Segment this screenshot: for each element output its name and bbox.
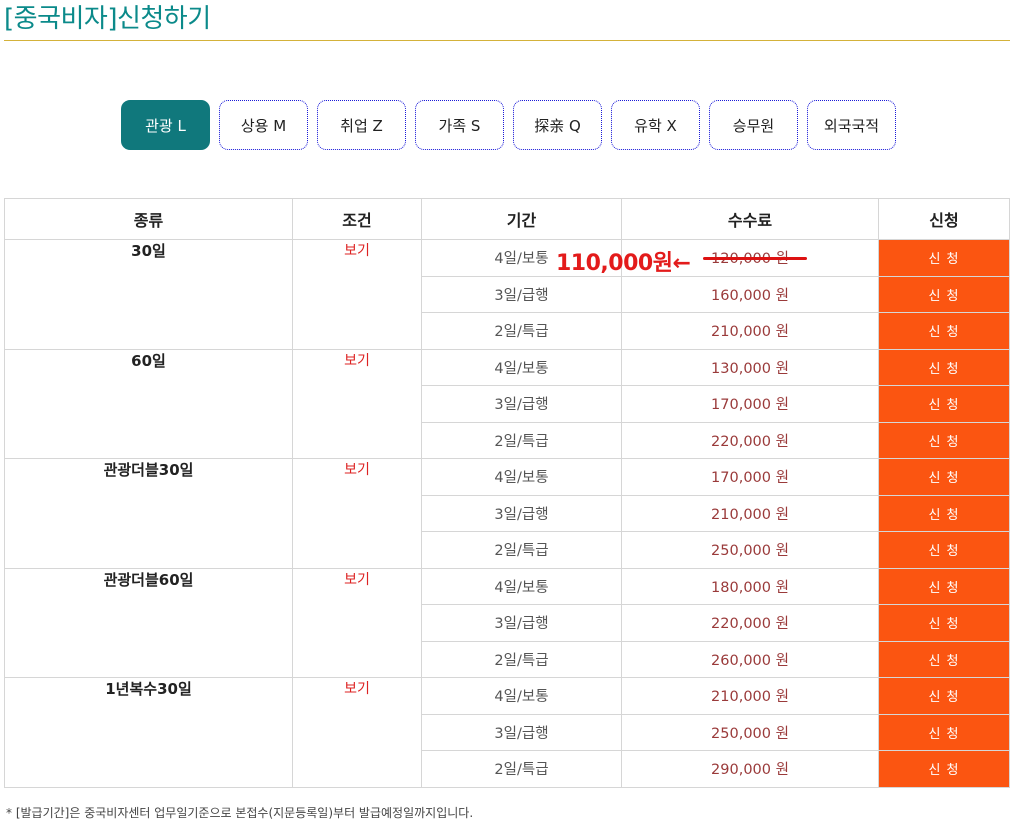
header-condition: 조건 [292, 198, 422, 240]
apply-button[interactable]: 신 청 [878, 494, 1010, 532]
view-condition-link[interactable]: 보기 [292, 458, 422, 569]
visa-kind-cell: 관광더블30일 [4, 458, 293, 569]
visa-kind-cell: 1년복수30일 [4, 677, 293, 788]
tab-study-x[interactable]: 유학 X [611, 100, 700, 150]
apply-button[interactable]: 신 청 [878, 348, 1010, 386]
apply-button[interactable]: 신 청 [878, 713, 1010, 751]
table-row: 관광더블60일 보기 4일/보통 180,000 원 신 청 [4, 567, 1010, 678]
tab-family-s[interactable]: 가족 S [415, 100, 504, 150]
issuance-footnote: * [발급기간]은 중국비자센터 업무일기준으로 본접수(지문등록일)부터 발급… [6, 806, 474, 820]
period-cell: 3일/급행 [421, 275, 622, 313]
fee-cell: 220,000 원 [621, 604, 879, 642]
page-title: [중국비자]신청하기 [4, 4, 211, 34]
period-cell: 2일/특급 [421, 640, 622, 678]
apply-button[interactable]: 신 청 [878, 640, 1010, 678]
table-row: 1년복수30일 보기 4일/보통 210,000 원 신 청 [4, 677, 1010, 788]
tab-work-z[interactable]: 취업 Z [317, 100, 406, 150]
header-period: 기간 [421, 198, 622, 240]
visa-kind-cell: 30일 [4, 239, 293, 350]
period-cell: 2일/특급 [421, 750, 622, 788]
tab-crew[interactable]: 승무원 [709, 100, 798, 150]
header-fee: 수수료 [621, 198, 879, 240]
period-cell: 4일/보통 [421, 677, 622, 715]
visa-kind-cell: 관광더블60일 [4, 567, 293, 678]
sale-price-annotation: 110,000원← [556, 251, 691, 276]
fee-cell: 250,000 원 [621, 531, 879, 569]
period-cell: 2일/특급 [421, 421, 622, 459]
apply-button[interactable]: 신 청 [878, 385, 1010, 423]
apply-button[interactable]: 신 청 [878, 567, 1010, 605]
view-condition-link[interactable]: 보기 [292, 239, 422, 350]
apply-button[interactable]: 신 청 [878, 421, 1010, 459]
apply-button[interactable]: 신 청 [878, 312, 1010, 350]
apply-button[interactable]: 신 청 [878, 275, 1010, 313]
visa-fee-table: 종류 조건 기간 수수료 신청 30일 보기 4일/보통 120,000 원 신… [4, 198, 1010, 788]
fee-cell: 160,000 원 [621, 275, 879, 313]
view-condition-link[interactable]: 보기 [292, 567, 422, 678]
tab-foreign-nationality[interactable]: 외국국적 [807, 100, 896, 150]
apply-button[interactable]: 신 청 [878, 750, 1010, 788]
apply-button[interactable]: 신 청 [878, 677, 1010, 715]
table-row: 30일 보기 4일/보통 120,000 원 신 청 [4, 239, 1010, 350]
period-cell: 4일/보통 [421, 567, 622, 605]
header-apply: 신청 [878, 198, 1010, 240]
fee-cell: 260,000 원 [621, 640, 879, 678]
strikethrough-mark [703, 256, 807, 260]
period-cell: 2일/특급 [421, 531, 622, 569]
period-cell: 3일/급행 [421, 385, 622, 423]
tab-visit-q[interactable]: 探亲 Q [513, 100, 602, 150]
fee-cell: 170,000 원 [621, 385, 879, 423]
period-cell: 3일/급행 [421, 494, 622, 532]
fee-cell: 250,000 원 [621, 713, 879, 751]
fee-cell: 170,000 원 [621, 458, 879, 496]
period-cell: 4일/보통 [421, 348, 622, 386]
table-row: 관광더블30일 보기 4일/보통 170,000 원 신 청 [4, 458, 1010, 569]
view-condition-link[interactable]: 보기 [292, 348, 422, 459]
header-kind: 종류 [4, 198, 293, 240]
fee-cell: 130,000 원 [621, 348, 879, 386]
title-divider [4, 40, 1010, 41]
fee-cell: 210,000 원 [621, 494, 879, 532]
apply-button[interactable]: 신 청 [878, 458, 1010, 496]
period-cell: 2일/특급 [421, 312, 622, 350]
table-row: 60일 보기 4일/보통 130,000 원 신 청 [4, 348, 1010, 459]
apply-button[interactable]: 신 청 [878, 604, 1010, 642]
period-cell: 4일/보통 [421, 458, 622, 496]
tab-business-m[interactable]: 상용 M [219, 100, 308, 150]
visa-kind-cell: 60일 [4, 348, 293, 459]
fee-cell: 290,000 원 [621, 750, 879, 788]
fee-cell: 180,000 원 [621, 567, 879, 605]
period-cell: 3일/급행 [421, 713, 622, 751]
original-fee: 120,000 원 [703, 247, 807, 268]
fee-cell: 210,000 원 [621, 677, 879, 715]
fee-cell: 210,000 원 [621, 312, 879, 350]
table-header-row: 종류 조건 기간 수수료 신청 [4, 198, 1010, 240]
apply-button[interactable]: 신 청 [878, 531, 1010, 569]
tab-tourism-l[interactable]: 관광 L [121, 100, 210, 150]
fee-cell: 220,000 원 [621, 421, 879, 459]
view-condition-link[interactable]: 보기 [292, 677, 422, 788]
period-cell: 3일/급행 [421, 604, 622, 642]
apply-button[interactable]: 신 청 [878, 239, 1010, 277]
